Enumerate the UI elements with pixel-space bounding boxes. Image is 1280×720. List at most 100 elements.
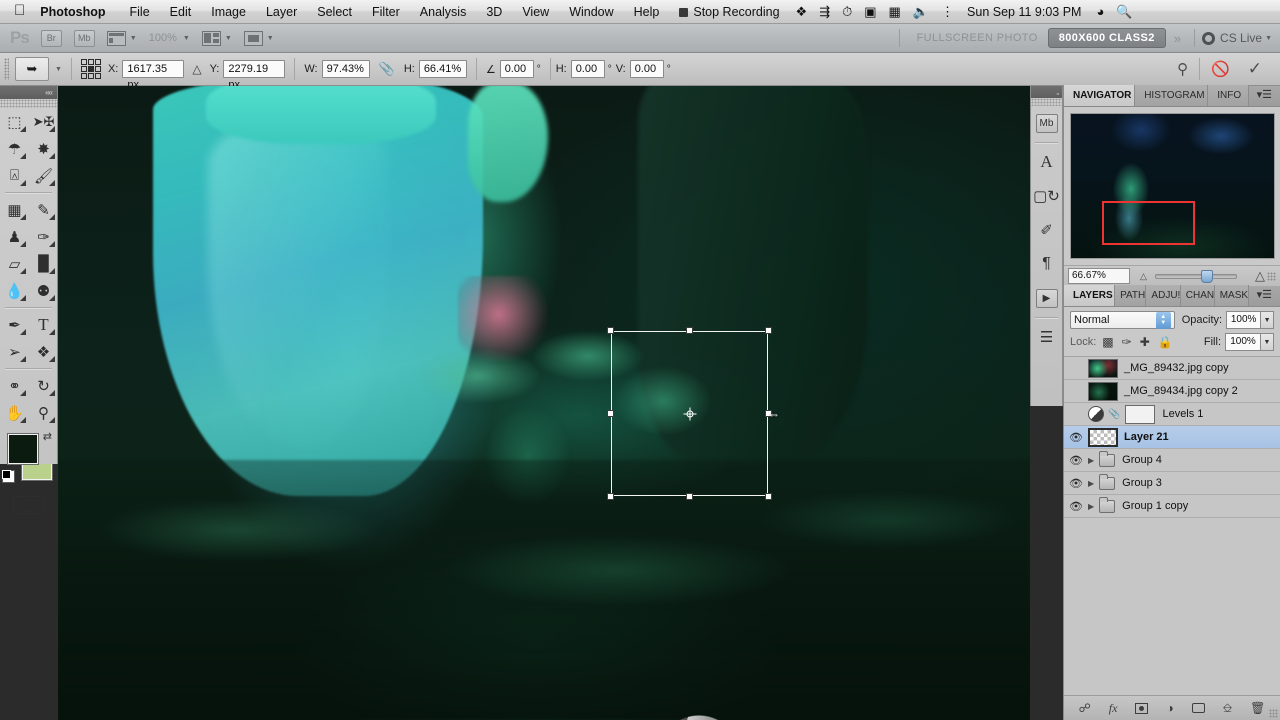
quick-mask-mode-button[interactable]	[0, 492, 57, 518]
transform-handle-bottom-right[interactable]	[765, 493, 772, 500]
skew-h-input[interactable]: 0.00	[570, 60, 605, 78]
custom-shape-tool[interactable]: ❖	[29, 338, 58, 365]
tab-paths[interactable]: PATH	[1115, 285, 1147, 306]
tab-navigator[interactable]: NAVIGATOR	[1064, 85, 1136, 106]
layer-visibility-toggle[interactable]: 👁	[1064, 454, 1088, 467]
menu-help[interactable]: Help	[624, 5, 670, 19]
table-row[interactable]: 👁 ▶ Group 1 copy	[1064, 495, 1280, 518]
dropbox-icon[interactable]: ❖	[790, 4, 814, 20]
x-input[interactable]: 1617.35 px	[122, 60, 185, 91]
transform-handle-middle-left[interactable]	[607, 409, 614, 417]
display-icon[interactable]: ▣	[858, 4, 882, 20]
transform-handle-top-left[interactable]	[607, 327, 614, 334]
workspace-800x600-class2[interactable]: 800X600 CLASS2	[1047, 28, 1166, 48]
group-expand-icon[interactable]: ▶	[1088, 502, 1094, 511]
eraser-tool[interactable]: ▱	[0, 250, 29, 277]
transform-handle-top-center[interactable]	[685, 327, 693, 334]
fill-input[interactable]: 100%	[1225, 333, 1261, 351]
table-row[interactable]: 👁 ▶ Group 4	[1064, 449, 1280, 472]
3d-rotate-tool[interactable]: ⚭	[0, 372, 29, 399]
type-tool[interactable]: T	[29, 311, 58, 338]
menu-filter[interactable]: Filter	[362, 5, 410, 19]
eyedropper-tool[interactable]: 🖌	[29, 162, 58, 189]
table-row[interactable]: _MG_89434.jpg copy 2	[1064, 380, 1280, 403]
transform-handle-top-right[interactable]	[765, 327, 772, 334]
cancel-transform-icon[interactable]: 🚫	[1202, 60, 1239, 78]
table-row[interactable]: 👁 ▶ Group 3	[1064, 472, 1280, 495]
gradient-tool[interactable]: █	[29, 250, 58, 277]
panel-resize-grip[interactable]	[1267, 271, 1276, 281]
delete-layer-icon[interactable]: 🗑	[1250, 701, 1265, 715]
tab-info[interactable]: INFO	[1208, 85, 1249, 106]
document-canvas[interactable]: ⇔ Λℓ	[58, 86, 1030, 720]
zoom-in-icon[interactable]: △	[1255, 268, 1265, 284]
transform-handle-bottom-center[interactable]	[685, 493, 693, 500]
clock-icon[interactable]: ⏱	[836, 4, 858, 20]
navigator-thumbnail[interactable]	[1070, 113, 1275, 259]
keyboard-icon[interactable]: ▦	[883, 4, 907, 20]
view-extras-dropdown[interactable]: ▼	[106, 30, 137, 46]
panel-menu-icon[interactable]: ▾☰	[1249, 285, 1280, 306]
navigator-zoom-input[interactable]: 66.67%	[1068, 268, 1130, 284]
launch-mini-bridge-button[interactable]: Mb	[73, 29, 95, 47]
default-colors-icon[interactable]	[2, 470, 15, 483]
group-expand-icon[interactable]: ▶	[1088, 456, 1094, 465]
transform-bounding-box[interactable]: ⇔	[607, 327, 780, 500]
fill-dropdown-icon[interactable]: ▼	[1261, 333, 1274, 351]
clone-stamp-tool[interactable]: ♟	[0, 223, 29, 250]
path-selection-tool[interactable]: ➢	[0, 338, 29, 365]
apple-logo-icon[interactable]: 	[0, 3, 38, 18]
spot-healing-brush-tool[interactable]: ▦	[0, 196, 29, 223]
menu-photoshop[interactable]: Photoshop	[38, 5, 119, 19]
tools-collapse-button[interactable]: ««	[0, 86, 57, 99]
menu-view[interactable]: View	[512, 5, 559, 19]
layer-visibility-toggle[interactable]: 👁	[1064, 431, 1088, 444]
blend-mode-stepper-icon[interactable]: ▲ ▼	[1155, 311, 1171, 329]
foreground-color-swatch[interactable]	[8, 434, 38, 464]
dock-grip[interactable]	[1031, 98, 1062, 106]
options-bar-grip[interactable]	[4, 58, 9, 80]
panel-menu-icon[interactable]: ▾☰	[1249, 85, 1280, 106]
paragraph-icon[interactable]: ¶	[1031, 247, 1062, 281]
blur-tool[interactable]: 💧	[0, 277, 29, 304]
commit-transform-icon[interactable]: ✓	[1239, 59, 1280, 79]
new-layer-icon[interactable]: ⎒	[1223, 701, 1232, 716]
lock-pixels-icon[interactable]: ✑	[1122, 335, 1132, 349]
layer-visibility-toggle[interactable]: 👁	[1064, 477, 1088, 490]
menubar-clock[interactable]: Sun Sep 11 9:03 PM	[958, 5, 1090, 19]
skew-v-input[interactable]: 0.00	[629, 60, 664, 78]
navigator-view-box[interactable]	[1102, 201, 1195, 245]
tab-masks[interactable]: MASK	[1214, 285, 1249, 306]
3d-orbit-tool[interactable]: ↻	[29, 372, 58, 399]
navigator-zoom-slider[interactable]	[1154, 269, 1237, 283]
opacity-dropdown-icon[interactable]: ▼	[1261, 311, 1274, 329]
menu-analysis[interactable]: Analysis	[410, 5, 477, 19]
lasso-tool[interactable]: ☂	[0, 135, 29, 162]
chain-link-icon[interactable]: 📎	[379, 61, 395, 77]
active-tool-preset[interactable]: ➥	[15, 57, 49, 81]
screen-mode-dropdown[interactable]: ▼	[243, 30, 274, 46]
dodge-tool[interactable]: ⚉	[29, 277, 58, 304]
menu-file[interactable]: File	[120, 5, 160, 19]
mask-link-icon[interactable]: 📎	[1108, 409, 1120, 420]
character-icon[interactable]: A	[1031, 145, 1062, 179]
workspace-overflow-icon[interactable]: »	[1166, 31, 1187, 46]
menu-image[interactable]: Image	[201, 5, 256, 19]
transform-pivot-icon[interactable]	[683, 407, 696, 420]
crop-tool[interactable]: ⍓	[0, 162, 29, 189]
volume-icon[interactable]: 🔈	[907, 4, 935, 20]
panel-resize-grip[interactable]	[1269, 709, 1278, 718]
pen-tool[interactable]: ✒	[0, 311, 29, 338]
history-brush-tool[interactable]: ✑	[29, 223, 58, 250]
bluetooth-icon[interactable]: ⋮	[935, 4, 958, 20]
width-input[interactable]: 97.43%	[321, 60, 370, 78]
add-mask-icon[interactable]	[1135, 702, 1149, 714]
menu-window[interactable]: Window	[559, 5, 623, 19]
tab-adjustments[interactable]: ADJU!	[1146, 285, 1181, 306]
opacity-input[interactable]: 100%	[1226, 311, 1262, 329]
warp-mode-icon[interactable]: ⚲	[1168, 60, 1197, 78]
magic-wand-tool[interactable]: ✸	[29, 135, 58, 162]
lock-all-icon[interactable]: 🔒	[1158, 335, 1173, 349]
menu-edit[interactable]: Edit	[160, 5, 202, 19]
brush-tool[interactable]: ✎	[29, 196, 58, 223]
